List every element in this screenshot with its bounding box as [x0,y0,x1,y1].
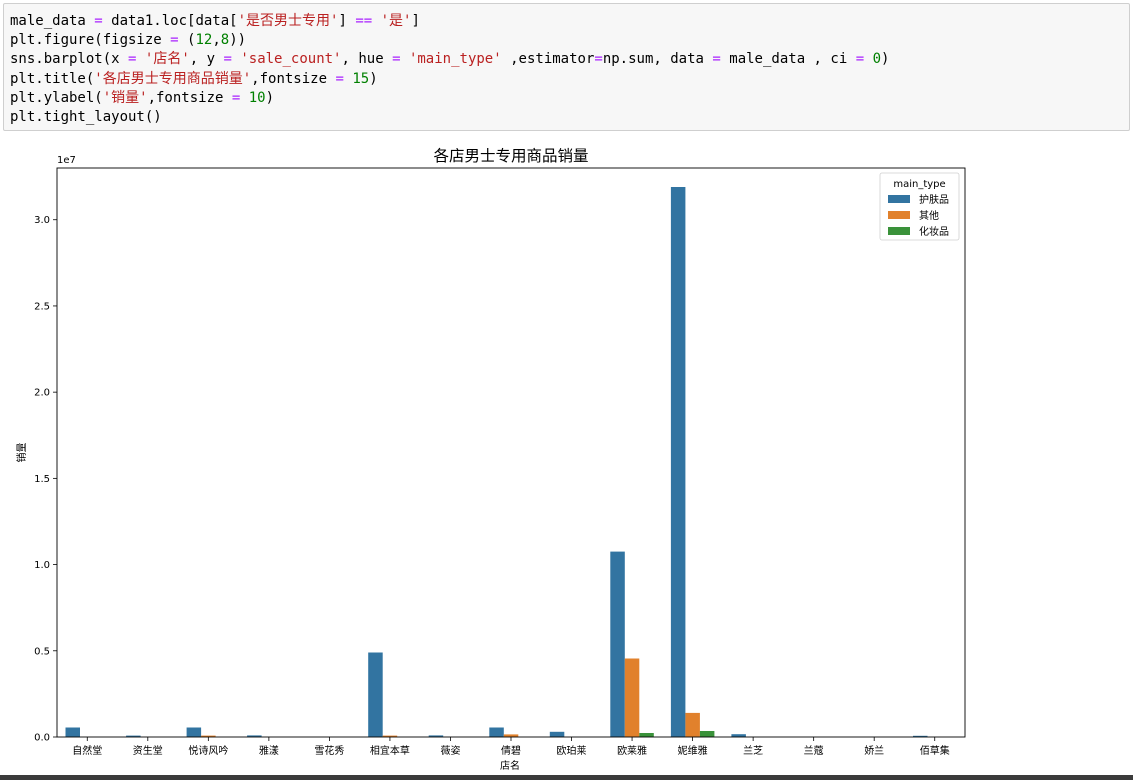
x-tick-label: 雪花秀 [314,744,344,757]
y-tick-label: 0.0 [34,733,50,744]
bar [368,652,383,737]
x-tick-label: 雅漾 [259,744,279,757]
legend-swatch [888,211,910,219]
plot-frame [56,167,966,738]
bar [639,733,654,737]
legend: main_type 护肤品其他化妆品 [879,172,960,241]
y-tick-label: 3.0 [34,215,50,226]
x-tick-label: 妮维雅 [678,744,708,757]
x-tick-label: 悦诗风吟 [188,744,228,757]
x-tick-label: 相宜本草 [370,744,410,757]
bar [624,658,640,737]
x-tick-label: 薇姿 [440,744,460,757]
x-tick-label: 欧珀莱 [557,744,587,757]
chart-title: 各店男士专用商品销量 [433,147,588,165]
y-tick-label: 2.5 [34,301,50,312]
y-tick-label: 1.0 [34,560,50,571]
bar [685,712,700,737]
y-axis-offset-label: 1e7 [57,155,76,166]
legend-label: 化妆品 [919,225,949,238]
x-tick-label: 兰蔻 [804,744,824,757]
y-axis-label: 销量 [15,443,28,463]
legend-swatch [888,195,910,203]
bar [610,551,625,737]
x-tick-label: 资生堂 [133,744,163,757]
bar [549,731,565,737]
legend-title: main_type [893,179,945,190]
x-tick-label: 欧莱雅 [617,744,647,757]
bar [670,187,686,737]
bottom-scrollbar[interactable] [0,775,1133,780]
x-tick-label: 娇兰 [864,744,884,757]
y-tick-label: 2.0 [34,388,50,399]
legend-swatch [888,227,910,235]
bar [65,727,80,737]
x-tick-label: 自然堂 [72,744,102,757]
x-tick-label: 倩碧 [501,744,521,757]
bar [699,731,715,737]
legend-label: 护肤品 [919,193,949,206]
bar-chart: 各店男士专用商品销量 1e7 0.0 0.5 1.0 1.5 2.0 2.5 3.0 自然堂 资生堂… [15,147,966,772]
legend-label: 其他 [919,209,939,222]
bar [489,727,504,737]
x-tick-label: 佰草集 [920,744,950,757]
y-tick-label: 1.5 [34,474,50,485]
x-axis-label: 店名 [500,759,520,772]
bar [186,727,202,737]
x-tick-label: 兰芝 [743,744,763,757]
y-tick-label: 0.5 [34,646,50,657]
